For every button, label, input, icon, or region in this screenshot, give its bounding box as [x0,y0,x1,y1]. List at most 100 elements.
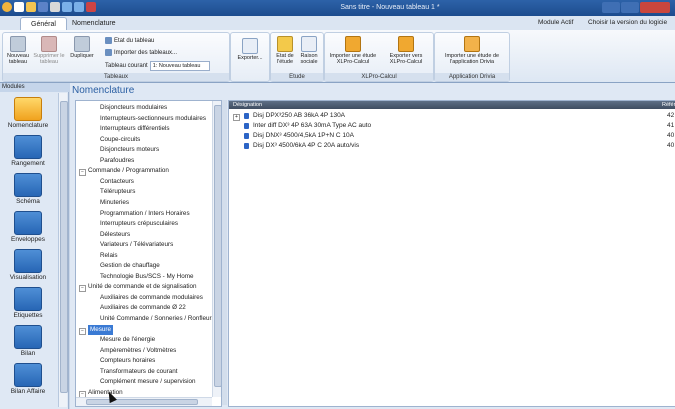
product-designation: Disj DNX³ 4500/4,5kA 1P+N C 10A [253,132,354,139]
tree-vertical-scrollbar[interactable] [212,101,221,397]
modules-panel: Modules Nomenclature Rangement Schéma En… [0,83,70,409]
product-reference: 42 [667,112,675,119]
tree-item-label: Commande / Programmation [88,167,169,175]
module-bilan[interactable]: Bilan [0,325,56,357]
tablet-icon [464,36,480,52]
bilan-icon [14,325,42,349]
category-tree-pane: Disjoncteurs modulaires Interrupteurs-sec… [75,100,222,407]
app-logo-icon[interactable] [2,2,12,12]
tree-item-label: Complément mesure / supervision [100,378,196,386]
current-table-selector: Tableau courant 1: Nouveau tableau [105,61,210,71]
rangement-icon [14,135,42,159]
open-folder-icon[interactable] [26,2,36,12]
group-drivia: Importer une étude de l'application Driv… [434,32,510,82]
active-module-label[interactable]: Module Actif [538,19,573,26]
list-item[interactable]: Disj DNX³ 4500/4,5kA 1P+N C 10A 40 [229,131,675,141]
modules-scroll-thumb[interactable] [60,101,68,393]
choose-version-label[interactable]: Choisir la version du logicie [588,19,667,26]
schema-icon [14,173,42,197]
list-item[interactable]: Disj DX³ 4500/6kA 4P C 20A auto/vis 40 [229,141,675,151]
tree-item-label: Mesure de l'énergie [100,336,156,344]
tab-nomenclature[interactable]: Nomenclature [62,17,126,30]
expand-toggle-icon[interactable]: − [79,327,86,335]
page-title: Nomenclature [72,85,135,96]
new-table-icon [10,36,26,52]
product-designation: Disj DX³ 4500/6kA 4P C 20A auto/vis [253,142,360,149]
table-state-icon [105,37,112,44]
tree-item-label: Auxiliaires de commande modulaires [100,293,203,301]
new-file-icon[interactable] [14,2,24,12]
tree-item-label: Minuteries [100,198,130,206]
redo-icon[interactable] [74,2,84,12]
group-etude: Etat de l'étude Raison sociale Etude [270,32,324,82]
window-title: Sans titre - Nouveau tableau 1 * [340,4,440,11]
tree-horizontal-scrollbar[interactable] [76,397,212,406]
import-tables-button[interactable]: Importer des tableaux... [105,49,177,56]
product-icon [244,113,249,119]
tree-item-label: Disjoncteurs moteurs [100,146,160,154]
enveloppes-icon [14,211,42,235]
module-etiquettes[interactable]: Etiquettes [0,287,56,319]
tab-general[interactable]: Général [20,17,67,31]
print-icon[interactable] [50,2,60,12]
product-reference: 40 [667,142,675,149]
current-table-combo[interactable]: 1: Nouveau tableau [149,61,210,71]
expand-toggle-icon[interactable]: − [79,169,86,177]
group-export: Exporter... [230,32,270,82]
list-item[interactable]: Inter diff DX³ 4P 63A 30mA Type AC auto 4… [229,121,675,131]
module-schema[interactable]: Schéma [0,173,56,205]
pane-splitter[interactable] [222,100,227,405]
group-etude-label: Etude [271,73,323,81]
maximize-button[interactable] [621,2,639,13]
reference-column-header[interactable]: Référe [662,101,675,109]
etiquettes-icon [14,287,42,311]
group-tableaux: Nouveau tableau Supprimer le tableau Dup… [2,32,230,82]
export-button[interactable]: Exporter... [233,38,267,61]
module-nomenclature[interactable]: Nomenclature [0,97,56,129]
list-item[interactable]: + Disj DPX³250 AB 36kA 4P 130A 42 [229,111,675,121]
category-tree: Disjoncteurs modulaires Interrupteurs-sec… [76,101,212,397]
group-xlpro-label: XLPro-Calcul [325,73,433,81]
import-drivia-button[interactable]: Importer une étude de l'application Driv… [437,36,507,65]
tree-scroll-thumb[interactable] [214,105,221,387]
close-button[interactable] [640,2,670,13]
tree-item-label: Auxiliaires de commande Ø 22 [100,304,186,312]
module-rangement[interactable]: Rangement [0,135,56,167]
table-state-button[interactable]: Etat du tableau [105,37,154,44]
modules-scrollbar[interactable] [58,93,68,407]
minimize-button[interactable] [602,2,620,13]
expand-row-icon[interactable]: + [233,114,240,121]
duplicate-button[interactable]: Dupliquer [67,36,97,59]
product-icon [244,133,249,139]
tree-hscroll-thumb[interactable] [86,399,198,405]
product-reference: 41 [667,122,675,129]
delete-table-button[interactable]: Supprimer le tableau [33,36,65,65]
tree-item-label: Contacteurs [100,177,134,185]
tree-item-label: Interrupteurs crépusculaires [100,220,179,228]
tree-item-label: Gestion de chauffage [100,262,160,270]
product-reference: 40 [667,132,675,139]
visualisation-icon [14,249,42,273]
designation-column-header[interactable]: Désignation [233,101,262,109]
module-enveloppes[interactable]: Enveloppes [0,211,56,243]
module-bilan-affaire[interactable]: Bilan Affaire [0,363,56,395]
bilan-affaire-icon [14,363,42,387]
import-xlpro-button[interactable]: Importer une étude XLPro-Calcul [327,36,379,65]
modules-header: Modules [0,83,70,92]
export-xlpro-button[interactable]: Exporter vers XLPro-Calcul [381,36,431,65]
new-table-button[interactable]: Nouveau tableau [5,36,31,65]
expand-toggle-icon[interactable]: − [79,285,86,293]
group-drivia-label: Application Drivia [435,73,509,81]
module-visualisation[interactable]: Visualisation [0,249,56,281]
company-name-button[interactable]: Raison sociale [297,36,321,65]
product-designation: Disj DPX³250 AB 36kA 4P 130A [253,112,346,119]
tool-icon[interactable] [86,2,96,12]
study-state-button[interactable]: Etat de l'étude [273,36,297,65]
tree-item-label: Relais [100,251,118,259]
undo-icon[interactable] [62,2,72,12]
tree-item-label: Disjoncteurs modulaires [100,104,168,111]
duplicate-icon [74,36,90,52]
product-icon [244,123,249,129]
list-header: Désignation Référe [229,101,675,109]
save-icon[interactable] [38,2,48,12]
